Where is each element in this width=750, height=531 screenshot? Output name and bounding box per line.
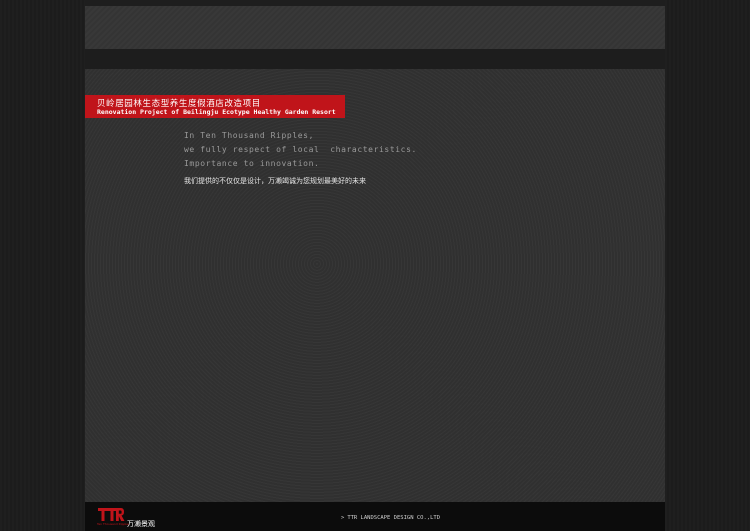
project-title-en: Renovation Project of Beilingju Ecotype … xyxy=(97,108,336,116)
arrow-icon: > xyxy=(341,515,345,521)
right-margin xyxy=(665,0,750,531)
logo-cn-name: 万濑景观 xyxy=(127,520,155,528)
header-divider xyxy=(85,49,665,69)
slogan-cn: 我们提供的不仅仅是设计，万濑竭诚为您规划最美好的未来 xyxy=(184,177,366,185)
company-logo: Ten Thousand Ripples 万濑景观 xyxy=(97,506,157,528)
ttr-logo-icon xyxy=(98,508,125,521)
main-panel xyxy=(85,69,665,502)
left-margin xyxy=(0,0,85,531)
logo-subtitle: Ten Thousand Ripples xyxy=(97,522,130,526)
slogan-line-1: In Ten Thousand Ripples, xyxy=(184,131,314,140)
slogan-line-2: we fully respect of local characteristic… xyxy=(184,145,417,154)
slogan-line-3: Importance to innovation. xyxy=(184,159,320,168)
project-title-bar: 贝岭居园林生态型养生度假酒店改造项目 Renovation Project of… xyxy=(85,95,345,118)
company-name: > TTR LANDSCAPE DESIGN CO.,LTD xyxy=(341,515,440,521)
company-name-text: TTR LANDSCAPE DESIGN CO.,LTD xyxy=(347,515,441,521)
top-band xyxy=(85,6,665,49)
